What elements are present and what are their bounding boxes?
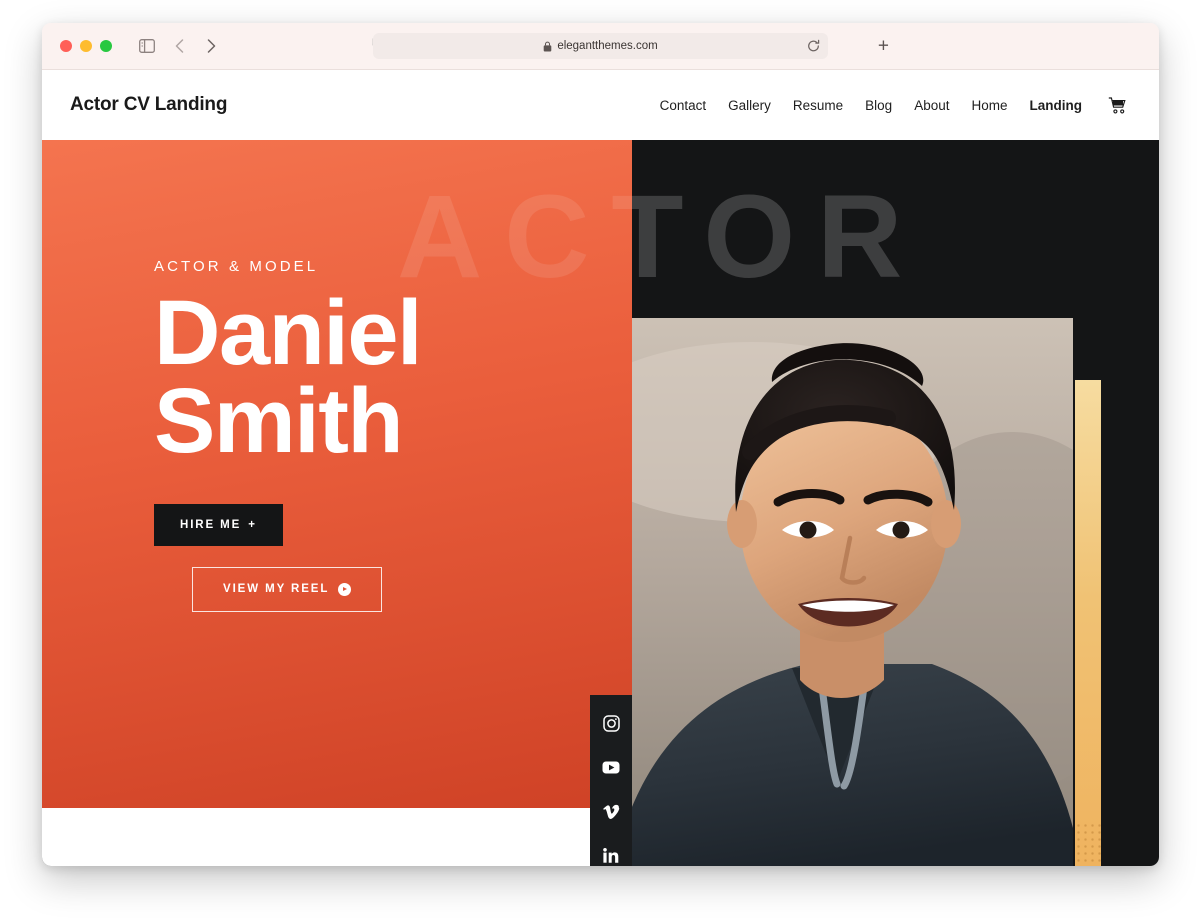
plus-icon: +	[248, 518, 257, 531]
shopping-cart-icon[interactable]	[1108, 96, 1127, 114]
hero-eyebrow: ACTOR & MODEL	[154, 258, 319, 275]
youtube-icon[interactable]	[600, 757, 622, 777]
hero-cta-row-1: HIRE ME +	[154, 503, 624, 546]
nav-item-blog[interactable]: Blog	[865, 98, 892, 113]
hire-me-button[interactable]: HIRE ME +	[154, 503, 283, 546]
lock-icon	[543, 41, 552, 52]
nav-item-about[interactable]: About	[914, 98, 949, 113]
play-circle-icon	[338, 582, 352, 596]
linkedin-icon[interactable]	[600, 846, 622, 866]
hero-section: ACTOR ACTOR	[42, 140, 1159, 866]
hero-headline-line-2: Smith	[154, 370, 404, 473]
hero-headline-line-1: Daniel	[154, 282, 423, 384]
vimeo-icon[interactable]	[600, 802, 622, 822]
close-window-button[interactable]	[60, 40, 72, 52]
hero-portrait-photo	[632, 318, 1073, 866]
hero-copy: ACTOR & MODEL Daniel Smith HIRE ME + VIE…	[154, 258, 624, 612]
new-tab-button[interactable]: +	[878, 37, 889, 56]
site-header: Actor CV Landing Contact Gallery Resume …	[42, 70, 1159, 140]
nav-item-gallery[interactable]: Gallery	[728, 98, 771, 113]
forward-chevron-right-icon[interactable]	[198, 33, 224, 59]
nav-item-landing[interactable]: Landing	[1030, 98, 1083, 113]
sidebar-toggle-icon[interactable]	[134, 33, 160, 59]
view-my-reel-button[interactable]: VIEW MY REEL	[192, 566, 383, 612]
maximize-window-button[interactable]	[100, 40, 112, 52]
gold-accent-bar	[1075, 380, 1101, 866]
site-logo-title[interactable]: Actor CV Landing	[70, 94, 227, 116]
nav-item-resume[interactable]: Resume	[793, 98, 843, 113]
hero-headline: Daniel Smith	[154, 282, 624, 473]
main-navigation: Contact Gallery Resume Blog About Home L…	[660, 96, 1127, 114]
navigation-controls	[134, 33, 224, 59]
nav-item-contact[interactable]: Contact	[660, 98, 707, 113]
back-chevron-left-icon[interactable]	[166, 33, 192, 59]
page-viewport: Actor CV Landing Contact Gallery Resume …	[42, 70, 1159, 866]
browser-toolbar: elegantthemes.com +	[42, 23, 1159, 70]
view-my-reel-label: VIEW MY REEL	[223, 583, 330, 596]
instagram-icon[interactable]	[600, 713, 622, 733]
reload-icon[interactable]	[807, 39, 820, 53]
nav-item-home[interactable]: Home	[971, 98, 1007, 113]
address-bar[interactable]: elegantthemes.com	[373, 33, 828, 59]
browser-window: elegantthemes.com + Actor CV Landing Con…	[42, 23, 1159, 866]
hire-me-label: HIRE ME	[180, 518, 242, 531]
hero-bottom-white-strip	[42, 808, 632, 866]
gold-bar-dot-pattern	[1075, 822, 1101, 866]
address-bar-url: elegantthemes.com	[557, 40, 658, 52]
minimize-window-button[interactable]	[80, 40, 92, 52]
social-media-rail	[590, 695, 632, 866]
window-traffic-lights	[60, 40, 112, 52]
hero-cta-row-2: VIEW MY REEL	[154, 566, 624, 612]
